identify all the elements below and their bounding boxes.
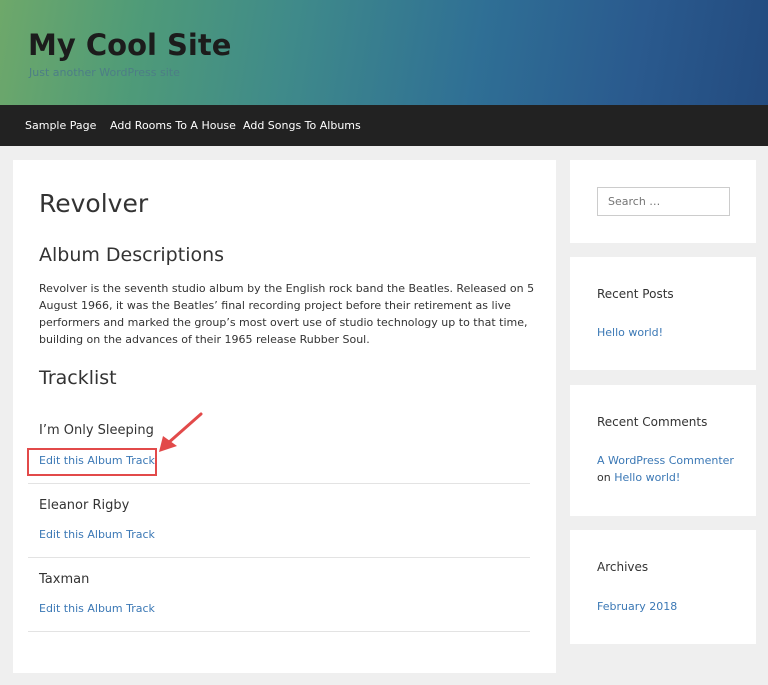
recent-post-link[interactable]: Hello world! [597, 326, 663, 339]
track-divider [28, 631, 530, 632]
comment-post-link[interactable]: Hello world! [614, 471, 680, 484]
album-descriptions-heading: Album Descriptions [39, 244, 225, 266]
annotation-highlight-box [27, 448, 157, 476]
comment-on-text: on [597, 471, 611, 484]
comment-author-link[interactable]: A WordPress Commenter [597, 454, 734, 467]
track-divider [28, 483, 530, 484]
search-widget [570, 160, 756, 243]
recent-posts-title: Recent Posts [597, 287, 674, 301]
site-tagline: Just another WordPress site [29, 66, 180, 79]
track-divider [28, 557, 530, 558]
page-title: Revolver [39, 189, 149, 218]
edit-track-link[interactable]: Edit this Album Track [39, 602, 155, 615]
track-title: Taxman [39, 572, 90, 587]
archives-title: Archives [597, 560, 649, 574]
recent-posts-widget: Recent Posts Hello world! [570, 257, 756, 370]
site-title[interactable]: My Cool Site [28, 28, 231, 62]
track-title: I’m Only Sleeping [39, 423, 154, 438]
archives-widget: Archives February 2018 [570, 530, 756, 644]
comment-post-line: on Hello world! [597, 469, 680, 486]
comment-author-line: A WordPress Commenter [597, 452, 734, 469]
main-navigation: Sample Page Add Rooms To A House Add Son… [0, 105, 768, 146]
site-header: My Cool Site Just another WordPress site [0, 0, 768, 105]
tracklist-heading: Tracklist [39, 367, 117, 389]
track-title: Eleanor Rigby [39, 498, 130, 513]
nav-item-add-songs[interactable]: Add Songs To Albums [243, 119, 361, 132]
main-content: Revolver Album Descriptions Revolver is … [13, 160, 556, 673]
search-input[interactable] [597, 187, 730, 216]
nav-item-sample-page[interactable]: Sample Page [25, 119, 96, 132]
recent-comments-title: Recent Comments [597, 415, 708, 429]
edit-track-link[interactable]: Edit this Album Track [39, 528, 155, 541]
album-description: Revolver is the seventh studio album by … [39, 282, 535, 346]
archive-link[interactable]: February 2018 [597, 600, 677, 613]
recent-comments-widget: Recent Comments A WordPress Commenter on… [570, 385, 756, 516]
nav-item-add-rooms[interactable]: Add Rooms To A House [110, 119, 236, 132]
annotation-arrow-icon [159, 412, 203, 452]
